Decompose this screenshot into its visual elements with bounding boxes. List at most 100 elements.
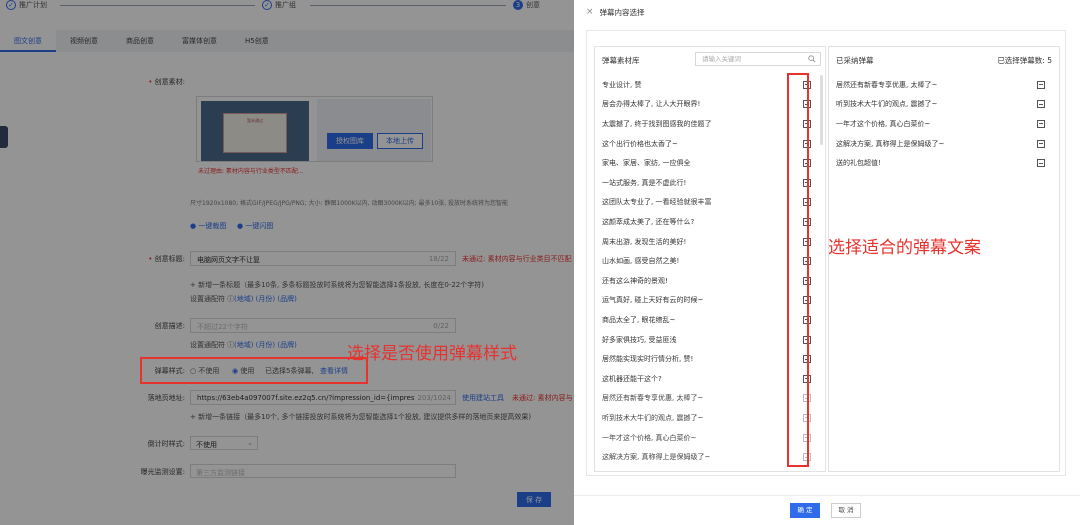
add-title-link[interactable]: + 新增一条标题（最多10条, 多条标题投放时系统将为您智能选择1条投放, 长度… xyxy=(190,280,484,290)
step-divider xyxy=(310,5,506,6)
library-item-text: 这机器还能干这个? xyxy=(602,374,662,383)
selected-item: 送的礼包超值! xyxy=(829,153,1059,173)
selected-item-text: 送的礼包超值! xyxy=(836,159,881,168)
selected-item-text: 居然还有新春专享优惠, 太棒了~ xyxy=(836,80,938,89)
desc-label: 创意描述: xyxy=(154,322,185,330)
title-label: • 创意标题: xyxy=(148,255,185,263)
check-icon: ✓ xyxy=(262,0,272,10)
audit-fail-reason: 未过理由: 素材内容与行业类型不匹配... xyxy=(198,168,304,175)
remove-icon[interactable] xyxy=(1037,119,1045,128)
library-item-text: 这解决方案, 真称得上是保姆级了~ xyxy=(602,453,711,462)
add-link[interactable]: + 新增一条链接（最多10个, 多个链接投放时系统将为您智能选择1个投放, 建议… xyxy=(190,412,531,422)
library-item-text: 一年才这个价格, 真心白菜价~ xyxy=(602,433,697,442)
tab-h5[interactable]: H5创意 xyxy=(231,30,283,52)
material-upload-area: 暂未通过 授权图库 本地上传 xyxy=(196,96,433,162)
material-label-text: 创意素材: xyxy=(154,78,185,86)
search-icon[interactable] xyxy=(808,55,816,63)
creative-form-page: ✓ 推广计划 ✓ 推广组 3 创意 图文创意 视频创意 商品创意 富媒体创意 H5创意… xyxy=(0,0,574,525)
title-fail: 未通过: 素材内容与行业类目不匹配 xyxy=(462,255,572,263)
desc-placeholder: 不超过22个字符 xyxy=(197,323,248,331)
step-number: 3 xyxy=(513,0,523,10)
add-column-highlight xyxy=(787,73,809,467)
step-bar: ✓ 推广计划 ✓ 推广组 3 创意 xyxy=(0,0,574,12)
wildcard-links-2[interactable]: (地域) (月份) (品牌) xyxy=(234,340,297,350)
desc-input[interactable]: 不超过22个字符 0/22 xyxy=(190,318,456,333)
remove-icon[interactable] xyxy=(1037,139,1045,148)
material-label: • 创意素材: xyxy=(148,78,185,86)
crop-text: 一键裁图 xyxy=(198,222,227,230)
confirm-button[interactable]: 确 定 xyxy=(790,503,820,518)
library-item-text: 山水如画, 感受自然之美! xyxy=(602,257,680,266)
library-item-text: 商品太全了, 眼花缭乱~ xyxy=(602,315,676,324)
cancel-button[interactable]: 取 消 xyxy=(831,503,861,518)
countdown-select[interactable]: 不使用 ⌄ xyxy=(190,436,258,450)
selected-panel: 已采纳弹幕 已选择弹幕数: 5 居然还有新春专享优惠, 太棒了~ 听到技术大牛们的… xyxy=(828,46,1060,472)
material-thumbnail[interactable]: 暂未通过 xyxy=(201,101,309,161)
library-item-text: 这个出行价格也太香了~ xyxy=(602,139,678,148)
step-label: 推广计划 xyxy=(19,1,47,9)
auth-gallery-button[interactable]: 授权图库 xyxy=(327,133,373,149)
countdown-label: 倒计时样式: xyxy=(147,440,185,448)
remove-icon[interactable] xyxy=(1037,159,1045,168)
chevron-down-icon: ⌄ xyxy=(247,439,253,447)
landing-value: https://63eb4a097007f.site.ez2q5.cn/?imp… xyxy=(197,394,429,402)
library-item-text: 听到技术大牛们的观点, 震撼了~ xyxy=(602,413,704,422)
annotation-right-note: 选择适合的弹幕文案 xyxy=(828,238,981,258)
side-expand-handle[interactable] xyxy=(0,126,8,148)
tab-image-text[interactable]: 图文创意 xyxy=(0,30,56,52)
selected-item-text: 一年才这个价格, 真心白菜价~ xyxy=(836,119,931,128)
step-divider xyxy=(60,5,255,6)
selected-item: 居然还有新春专享优惠, 太棒了~ xyxy=(829,75,1059,95)
library-item-text: 居会办得太棒了, 让人大开眼界! xyxy=(602,100,701,109)
tab-product[interactable]: 商品创意 xyxy=(112,30,168,52)
exposure-label: 曝光监测设置: xyxy=(140,468,185,476)
library-item-text: 专业设计, 赞 xyxy=(602,80,642,89)
creative-tabs: 图文创意 视频创意 商品创意 富媒体创意 H5创意 xyxy=(0,30,574,52)
wildcard-label: 设置通配符 ⓘ xyxy=(190,295,235,303)
save-button[interactable]: 保 存 xyxy=(517,492,551,507)
step-label: 创意 xyxy=(526,1,540,9)
search-input[interactable]: 请输入关键词 xyxy=(695,52,821,66)
library-item-text: 这颜萃成太美了, 还在等什么? xyxy=(602,217,695,226)
library-item-text: 家电、家居、家纺, 一应俱全 xyxy=(602,159,691,168)
thumbnail-card: 暂未通过 xyxy=(223,113,287,153)
landing-input[interactable]: https://63eb4a097007f.site.ez2q5.cn/?imp… xyxy=(190,390,456,405)
library-item-text: 还有这么神奇的景观! xyxy=(602,276,668,285)
thumbnail-title: 暂未通过 xyxy=(247,118,263,123)
close-icon[interactable]: × xyxy=(586,7,594,17)
modal-header: × 弹幕内容选择 xyxy=(574,0,1080,24)
selected-item: 一年才这个价格, 真心白菜价~ xyxy=(829,114,1059,134)
site-builder-link[interactable]: 使用建站工具 xyxy=(462,393,504,403)
landing-label: 落地页地址: xyxy=(147,394,185,402)
danmu-select-modal: × 弹幕内容选择 弹幕素材库 请输入关键词 专业设计, 赞居会办得太棒了, 让人… xyxy=(574,0,1080,525)
title-count: 18/22 xyxy=(428,255,449,263)
one-click-flash-link[interactable]: ● 一键闪图 xyxy=(237,221,273,231)
one-click-crop-link[interactable]: ● 一键裁图 xyxy=(190,221,226,231)
title-input[interactable]: 电脑网页文字不让复 18/22 xyxy=(190,251,456,266)
danmu-style-highlight xyxy=(140,357,368,384)
tab-video[interactable]: 视频创意 xyxy=(56,30,112,52)
library-item-text: 这团队太专业了, 一看经验就很丰富 xyxy=(602,198,712,207)
library-item-text: 周末出游, 发现生活的美好! xyxy=(602,237,687,246)
upload-panel xyxy=(317,99,431,161)
flash-text: 一键闪图 xyxy=(245,222,274,230)
exposure-input[interactable]: 第三方监测链接 xyxy=(190,464,456,478)
wildcard-links[interactable]: (地域) (月份) (品牌) xyxy=(234,294,297,304)
local-upload-button[interactable]: 本地上传 xyxy=(377,133,423,149)
selected-header: 已采纳弹幕 已选择弹幕数: 5 xyxy=(829,47,1059,73)
tab-rich-media[interactable]: 富媒体创意 xyxy=(168,30,231,52)
library-scrollbar[interactable] xyxy=(820,75,823,145)
remove-icon[interactable] xyxy=(1037,80,1045,89)
size-hint: 尺寸1920x1080; 格式GIF/JPEG/JPG/PNG; 大小: 静图1… xyxy=(190,200,509,207)
check-icon: ✓ xyxy=(6,0,16,10)
landing-count: 203/1024 xyxy=(414,394,451,402)
library-item-text: 居然还有新春专享优惠, 太棒了~ xyxy=(602,394,704,403)
selected-count: 已选择弹幕数: 5 xyxy=(997,55,1052,65)
countdown-value: 不使用 xyxy=(196,441,217,449)
library-item-text: 太震撼了, 终于找到图感我的佳题了 xyxy=(602,119,712,128)
exposure-placeholder: 第三方监测链接 xyxy=(196,469,245,477)
selected-item-text: 听到技术大牛们的观点, 震撼了~ xyxy=(836,100,938,109)
step-group: ✓ 推广组 xyxy=(262,0,296,10)
selected-item-text: 这解决方案, 真称得上是保姆级了~ xyxy=(836,139,945,148)
remove-icon[interactable] xyxy=(1037,100,1045,109)
